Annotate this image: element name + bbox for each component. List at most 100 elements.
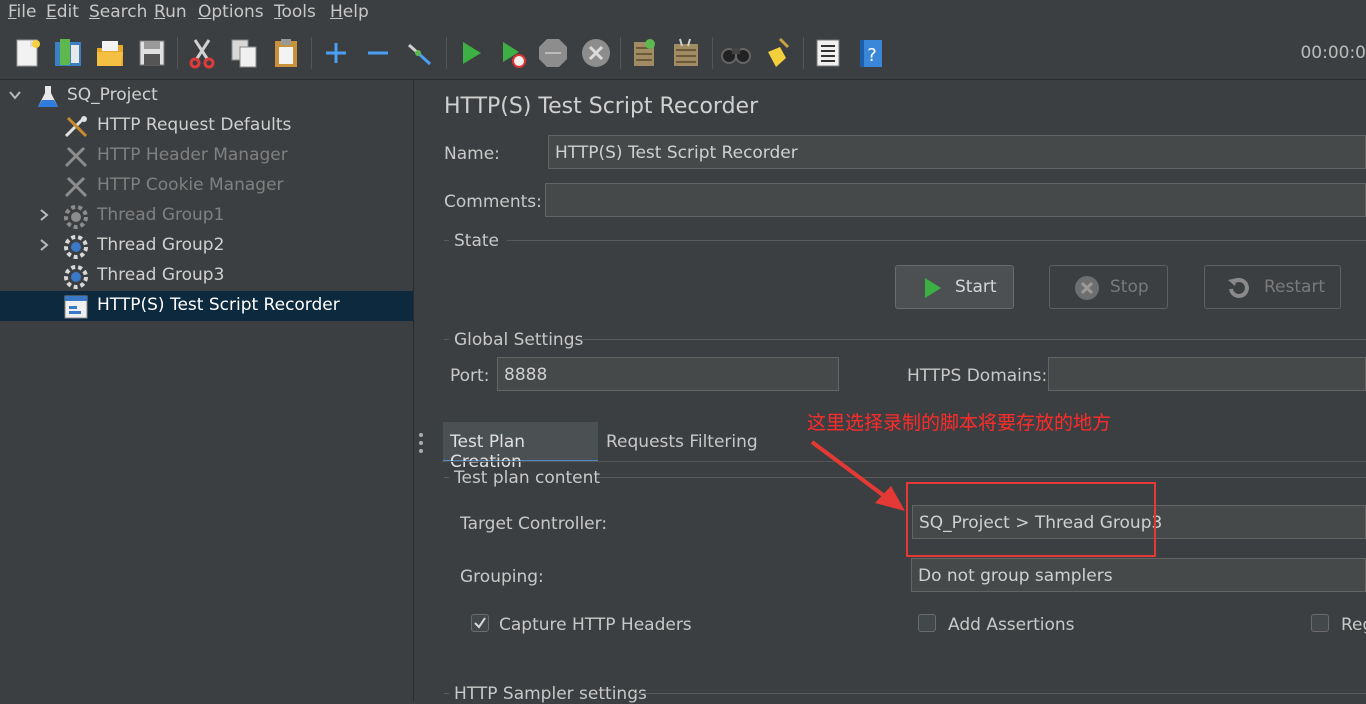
http-sampler-border: [444, 693, 449, 694]
recorder-icon: [64, 295, 88, 319]
function-helper-icon[interactable]: [812, 36, 844, 70]
toggle-icon[interactable]: [404, 36, 436, 70]
thread-group-icon: [64, 235, 88, 259]
tree-item-http-request-defaults[interactable]: HTTP Request Defaults: [0, 111, 413, 141]
start-no-timers-icon[interactable]: [497, 36, 529, 70]
thread-group-icon: [64, 265, 88, 289]
checkmark-icon: [474, 617, 486, 629]
paste-icon[interactable]: [270, 36, 302, 70]
https-domains-label: HTTPS Domains:: [907, 366, 1048, 386]
comments-label: Comments:: [444, 192, 542, 212]
stop-icon: [1075, 276, 1099, 300]
start-button[interactable]: Start: [895, 265, 1014, 309]
menu-bar: File Edit Search Run Options Tools Help: [0, 0, 1366, 26]
regex-matching-checkbox[interactable]: [1311, 614, 1329, 632]
https-domains-field[interactable]: [1048, 357, 1366, 391]
toolbar-separator: [446, 37, 447, 69]
global-settings-label: Global Settings: [454, 330, 584, 350]
grouping-select[interactable]: Do not group samplers: [911, 558, 1366, 592]
tree-item-sq-project[interactable]: SQ_Project: [0, 81, 413, 111]
new-icon[interactable]: [12, 36, 44, 70]
tree-item-label: HTTP Header Manager: [97, 145, 288, 165]
menu-search[interactable]: Search: [89, 2, 147, 22]
tree-item-label: Thread Group3: [97, 265, 225, 285]
chevron-right-icon[interactable]: [37, 208, 51, 222]
test-plan-content-label: Test plan content: [454, 468, 601, 488]
tree-item-label: HTTP(S) Test Script Recorder: [97, 295, 340, 315]
config-icon: [64, 116, 88, 138]
test-plan-content-border: [597, 477, 1366, 478]
toolbar: ? 00:00:0: [0, 27, 1366, 80]
stop-button[interactable]: Stop: [1049, 265, 1168, 309]
chevron-right-icon[interactable]: [37, 238, 51, 252]
toolbar-separator: [712, 37, 713, 69]
elapsed-timer: 00:00:0: [1300, 43, 1366, 63]
toolbar-separator: [620, 37, 621, 69]
toolbar-separator: [803, 37, 804, 69]
toolbar-separator: [311, 37, 312, 69]
restart-button[interactable]: Restart: [1204, 265, 1341, 309]
restart-icon: [1228, 277, 1249, 298]
http-sampler-settings-label: HTTP Sampler settings: [454, 684, 647, 704]
regex-matching-label: Reg: [1341, 615, 1366, 635]
global-settings-border: [444, 339, 449, 340]
target-controller-label: Target Controller:: [460, 514, 608, 534]
capture-headers-checkbox[interactable]: [471, 614, 489, 632]
stop-icon[interactable]: [537, 36, 569, 70]
test-plan-content-border: [444, 477, 449, 478]
splitter-handle[interactable]: [418, 432, 424, 454]
tree-item-thread-group2[interactable]: Thread Group2: [0, 231, 413, 261]
menu-tools[interactable]: Tools: [274, 2, 316, 22]
svg-text:?: ?: [867, 45, 877, 66]
search-icon[interactable]: [720, 36, 752, 70]
tree-item-http-test-script-recorder[interactable]: HTTP(S) Test Script Recorder: [0, 291, 413, 321]
clear-icon[interactable]: [628, 36, 660, 70]
annotation-text: 这里选择录制的脚本将要存放的地方: [807, 412, 1112, 434]
collapse-icon[interactable]: [362, 36, 394, 70]
comments-field[interactable]: [545, 183, 1366, 217]
tree-item-label: Thread Group1: [97, 205, 225, 225]
menu-run[interactable]: Run: [154, 2, 187, 22]
global-settings-border: [580, 339, 1366, 340]
start-icon[interactable]: [455, 36, 487, 70]
menu-file[interactable]: File: [8, 2, 36, 22]
menu-help[interactable]: Help: [330, 2, 369, 22]
config-icon: [64, 146, 88, 168]
add-assertions-checkbox[interactable]: [918, 614, 936, 632]
tab-requests-filtering[interactable]: Requests Filtering: [599, 422, 769, 462]
name-label: Name:: [444, 144, 500, 164]
open-icon[interactable]: [94, 36, 126, 70]
tree-item-thread-group1[interactable]: Thread Group1: [0, 201, 413, 231]
cut-icon[interactable]: [186, 36, 218, 70]
annotation-highlight-box: [906, 482, 1156, 557]
test-plan-tree: SQ_Project HTTP Request Defaults HTTP He…: [0, 80, 414, 701]
menu-options[interactable]: Options: [198, 2, 264, 22]
save-icon[interactable]: [136, 36, 168, 70]
tree-item-thread-group3[interactable]: Thread Group3: [0, 261, 413, 291]
tree-item-label: Thread Group2: [97, 235, 225, 255]
templates-icon[interactable]: [52, 36, 84, 70]
state-group-border: [444, 240, 449, 241]
panel-title: HTTP(S) Test Script Recorder: [444, 94, 759, 119]
http-sampler-border: [635, 693, 1366, 694]
copy-icon[interactable]: [228, 36, 260, 70]
port-field[interactable]: 8888: [497, 357, 839, 391]
expand-icon[interactable]: [320, 36, 352, 70]
state-group-border: [507, 240, 1366, 241]
tree-item-http-cookie-manager[interactable]: HTTP Cookie Manager: [0, 171, 413, 201]
help-icon[interactable]: ?: [855, 36, 887, 70]
name-field[interactable]: HTTP(S) Test Script Recorder: [548, 135, 1366, 169]
menu-edit[interactable]: Edit: [46, 2, 79, 22]
annotation-arrow-icon: [810, 440, 905, 511]
shutdown-icon[interactable]: [580, 36, 612, 70]
state-label: State: [454, 231, 499, 251]
recorder-panel: HTTP(S) Test Script Recorder Name: HTTP(…: [425, 80, 1366, 704]
thread-group-icon: [64, 205, 88, 229]
reset-search-icon[interactable]: [762, 36, 794, 70]
chevron-down-icon[interactable]: [8, 88, 22, 102]
test-plan-icon: [38, 86, 58, 107]
clear-all-icon[interactable]: [670, 36, 702, 70]
tab-test-plan-creation[interactable]: Test Plan Creation: [443, 422, 598, 472]
tree-item-http-header-manager[interactable]: HTTP Header Manager: [0, 141, 413, 171]
grouping-label: Grouping:: [460, 567, 544, 587]
